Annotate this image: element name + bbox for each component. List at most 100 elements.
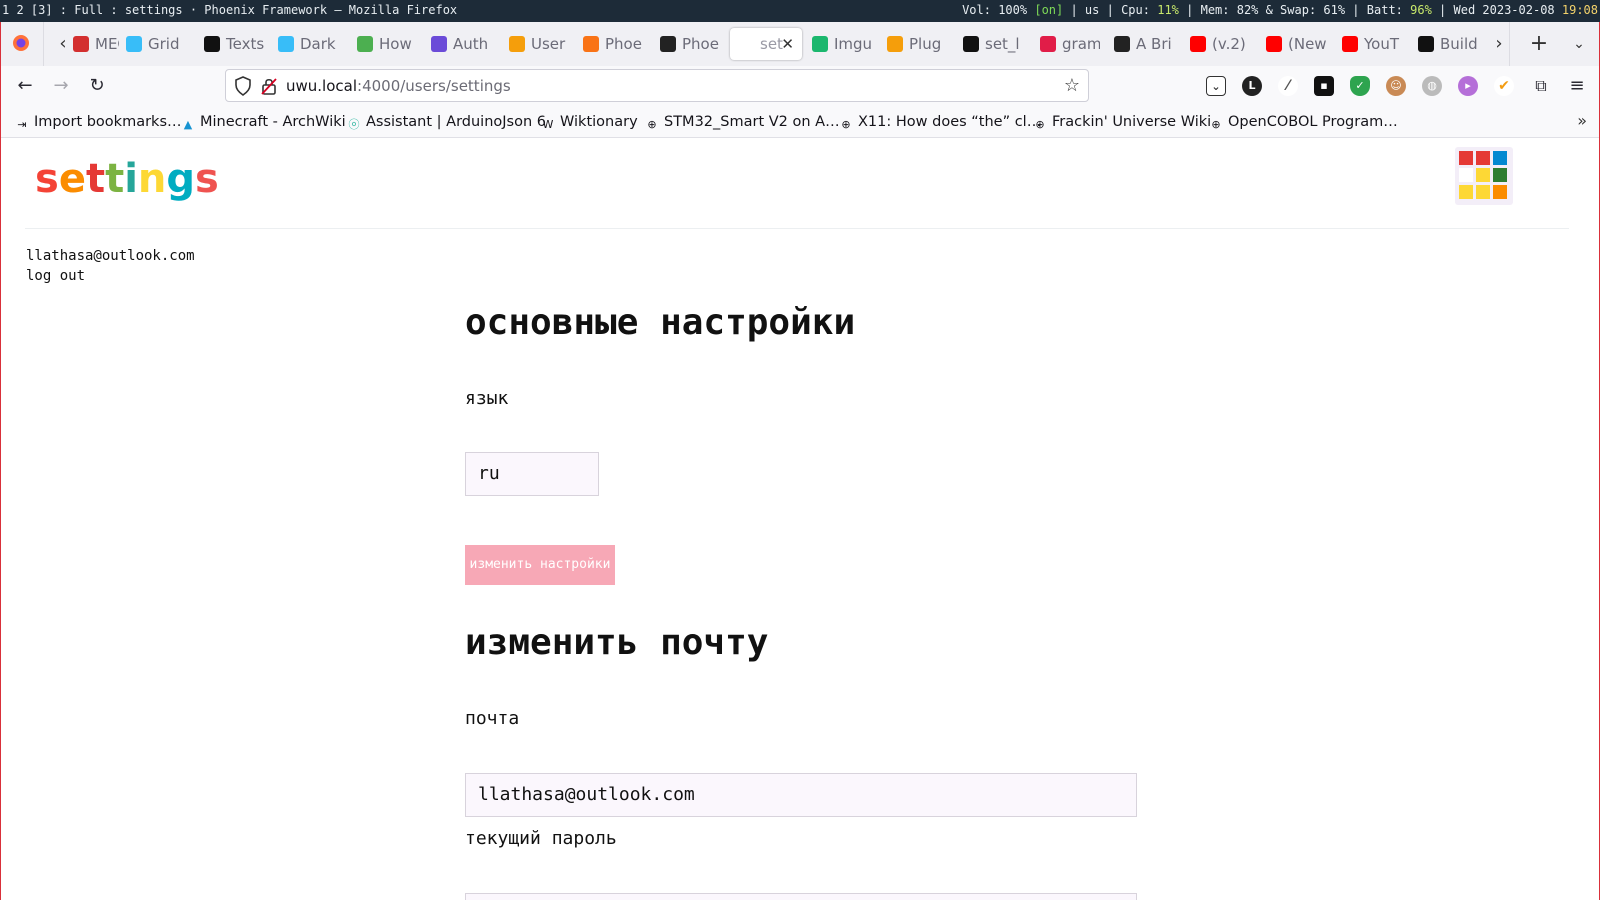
- url-text[interactable]: uwu.local:4000/users/settings: [286, 76, 511, 96]
- grid-logo-cell: [1493, 168, 1507, 182]
- tab-6[interactable]: Auth: [431, 28, 495, 60]
- system-indicators: Vol: 100% [on] | us | Cpu: 11% | Mem: 82…: [962, 0, 1598, 21]
- tab-15[interactable]: A Bri: [1114, 28, 1176, 60]
- tab-label: A Bri: [1136, 35, 1172, 53]
- pocket-icon[interactable]: ⌄: [1206, 76, 1226, 96]
- tab-2[interactable]: Grid: [126, 28, 192, 60]
- new-tab-icon[interactable]: +: [1525, 28, 1553, 60]
- email-label: почта: [465, 708, 520, 729]
- tab-label: Dark: [300, 35, 336, 53]
- extension-feather-icon[interactable]: ⁄: [1278, 76, 1298, 96]
- bookmark-item[interactable]: ⇥ Import bookmarks…: [15, 111, 181, 133]
- tab-1[interactable]: MEG: [73, 28, 119, 60]
- extension-l-icon[interactable]: L: [1242, 76, 1262, 96]
- bookmark-item[interactable]: ⊕ STM32_Smart V2 on A…: [645, 111, 839, 133]
- bookmarks-overflow-icon[interactable]: »: [1577, 111, 1587, 130]
- logo-letter: t: [105, 156, 125, 202]
- tailwind-icon: [278, 36, 294, 52]
- memory-text: | Mem: 82% & Swap: 61% |: [1186, 3, 1360, 17]
- back-icon[interactable]: ←: [11, 72, 39, 100]
- tab-19[interactable]: Build: [1418, 28, 1480, 60]
- tab-label: (New: [1288, 35, 1327, 53]
- tab-3[interactable]: Texts: [204, 28, 272, 60]
- tab-12[interactable]: Plug: [887, 28, 951, 60]
- globe-icon: ⊕: [841, 118, 851, 131]
- header-divider: [25, 228, 1569, 229]
- tab-label: gram: [1062, 35, 1100, 53]
- extension-play-icon[interactable]: ▸: [1458, 76, 1478, 96]
- import-icon: ⇥: [17, 118, 27, 131]
- close-tab-icon[interactable]: ✕: [781, 28, 794, 60]
- bookmark-item[interactable]: ⊕ Frackin' Universe Wiki: [1033, 111, 1211, 133]
- tab-label: Build: [1440, 35, 1478, 53]
- browser-window: ‹ MEGGridTextsDarkHowAuthUserPhoePhoeset…: [0, 22, 1600, 900]
- grid-logo-cell: [1493, 151, 1507, 165]
- globe-icon: ⊕: [647, 118, 657, 131]
- hamburger-menu-icon[interactable]: ≡: [1563, 72, 1591, 100]
- phoenix-icon: [583, 36, 599, 52]
- medium-icon: [204, 36, 220, 52]
- logo-letter: i: [124, 156, 138, 202]
- reload-icon[interactable]: ↻: [83, 72, 111, 100]
- tab-11[interactable]: Imgu: [812, 28, 876, 60]
- insecure-lock-icon[interactable]: [260, 76, 278, 96]
- language-input[interactable]: ru: [465, 452, 599, 496]
- extension-globe-icon[interactable]: ◍: [1422, 76, 1442, 96]
- logout-link[interactable]: log out: [26, 266, 85, 286]
- phoenix-bird-icon: [1114, 36, 1130, 52]
- tracking-shield-icon[interactable]: [234, 76, 252, 96]
- bookmark-label: X11: How does “the” cl…: [858, 114, 1042, 130]
- navigation-toolbar: ← → ↻ uwu.local:4000/users/settings ☆ ⌄ …: [1, 66, 1599, 106]
- bookmark-item[interactable]: ⊕ OpenCOBOL Program…: [1209, 111, 1397, 133]
- tab-5[interactable]: How: [357, 28, 417, 60]
- tab-7[interactable]: User: [509, 28, 569, 60]
- extension-game-icon[interactable]: ▪: [1314, 76, 1334, 96]
- current-user-email: llathasa@outlook.com: [26, 248, 195, 264]
- change-settings-button[interactable]: изменить настройки: [465, 545, 615, 585]
- tab-13[interactable]: set_l: [963, 28, 1027, 60]
- bookmark-star-icon[interactable]: ☆: [1064, 75, 1080, 97]
- basic-settings-heading: основные настройки: [465, 302, 856, 343]
- extension-person-icon[interactable]: ✔: [1494, 76, 1514, 96]
- wiktionary-icon: W: [542, 118, 554, 131]
- tab-18[interactable]: YouT: [1342, 28, 1404, 60]
- youtube-icon: [1342, 36, 1358, 52]
- current-password-input[interactable]: [465, 893, 1137, 900]
- tab-label: Phoe: [682, 35, 719, 53]
- bookmark-item[interactable]: W Wiktionary: [541, 111, 638, 133]
- grid-logo-cell: [1493, 185, 1507, 199]
- clock-text: 19:08: [1561, 3, 1598, 17]
- tab-10[interactable]: set ✕: [730, 28, 802, 60]
- mega-icon: [73, 36, 89, 52]
- tab-label: Auth: [453, 35, 489, 53]
- grid-logo-cell: [1476, 151, 1490, 165]
- ublock-shield-icon[interactable]: ✓: [1350, 76, 1370, 96]
- tab-9[interactable]: Phoe: [660, 28, 720, 60]
- extension-face-icon[interactable]: ☺: [1386, 76, 1406, 96]
- tab-label: MEG: [95, 35, 119, 53]
- firefox-icon[interactable]: [7, 28, 35, 60]
- logo-letter: n: [137, 156, 167, 202]
- bookmark-item[interactable]: ⓞ Assistant | ArduinoJson 6: [347, 111, 547, 133]
- tab-8[interactable]: Phoe: [583, 28, 645, 60]
- url-bar[interactable]: uwu.local:4000/users/settings ☆: [225, 69, 1089, 102]
- tab-4[interactable]: Dark: [278, 28, 342, 60]
- email-input[interactable]: llathasa@outlook.com: [465, 773, 1137, 817]
- system-status-bar: 1 2 [3] : Full : settings · Phoenix Fram…: [0, 0, 1600, 22]
- tab-label: User: [531, 35, 566, 53]
- phoenix-bird-icon: [660, 36, 676, 52]
- list-all-tabs-icon[interactable]: ⌄: [1565, 28, 1593, 60]
- tab-label: (v.2): [1212, 35, 1246, 53]
- tab-17[interactable]: (New: [1266, 28, 1328, 60]
- arduinojson-icon: ⓞ: [348, 118, 360, 131]
- bookmark-item[interactable]: ⊕ X11: How does “the” cl…: [839, 111, 1041, 133]
- bookmark-item[interactable]: ▲ Minecraft - ArchWiki: [181, 111, 346, 133]
- tab-16[interactable]: (v.2): [1190, 28, 1252, 60]
- tab-14[interactable]: gram: [1040, 28, 1100, 60]
- extensions-puzzle-icon[interactable]: ⧉: [1527, 72, 1555, 100]
- forward-icon[interactable]: →: [47, 72, 75, 100]
- youtube-icon: [1190, 36, 1206, 52]
- bookmark-label: Minecraft - ArchWiki: [200, 114, 346, 130]
- settings-logo[interactable]: settings: [35, 155, 219, 203]
- app-grid-logo[interactable]: [1455, 147, 1513, 205]
